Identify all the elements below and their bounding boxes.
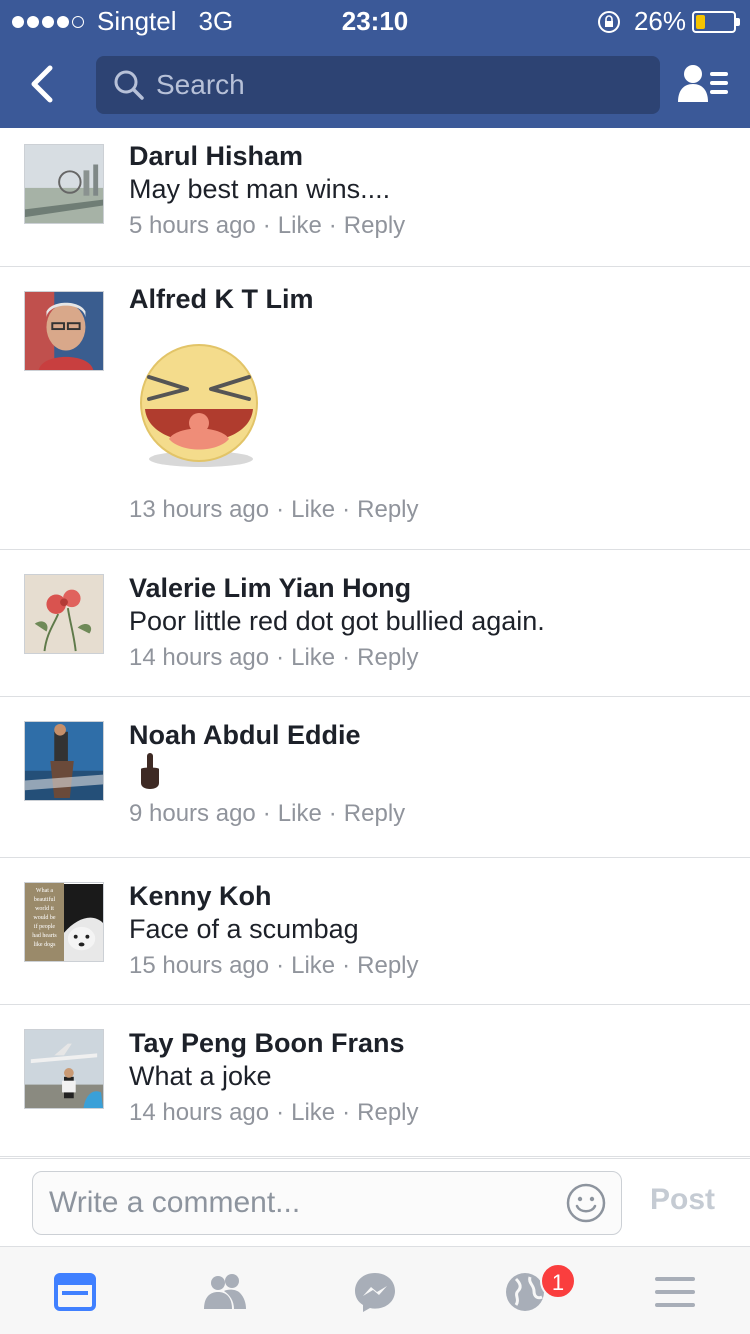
comment-author[interactable]: Kenny Koh bbox=[129, 880, 730, 912]
comment-text: May best man wins.... bbox=[129, 174, 391, 204]
avatar[interactable] bbox=[24, 291, 104, 371]
avatar[interactable] bbox=[24, 144, 104, 224]
emoji-smile-icon[interactable] bbox=[565, 1182, 607, 1224]
comment-time: 14 hours ago bbox=[129, 1099, 270, 1126]
comment-text: What a joke bbox=[129, 1061, 272, 1091]
battery-fill bbox=[696, 14, 705, 29]
friends-icon[interactable] bbox=[200, 1267, 250, 1317]
friend-requests-icon[interactable] bbox=[676, 62, 730, 106]
comment-author[interactable]: Alfred K T Lim bbox=[129, 283, 730, 315]
comment-time: 5 hours ago bbox=[129, 212, 256, 239]
reply-button[interactable]: Reply bbox=[357, 1099, 418, 1126]
comment-body: Noah Abdul Eddie 9 hours ago · Like · Reply bbox=[129, 719, 730, 830]
comment-author[interactable]: Darul Hisham bbox=[129, 140, 730, 172]
comment-author[interactable]: Tay Peng Boon Frans bbox=[129, 1027, 730, 1059]
notifications-badge: 1 bbox=[540, 1263, 576, 1299]
comment-text: Face of a scumbag bbox=[129, 914, 359, 944]
battery-icon bbox=[692, 10, 740, 33]
comment-meta: 14 hours ago · Like · Reply bbox=[129, 644, 419, 671]
comment-item: Alfred K T Lim 13 hours ago · Like · Reply bbox=[0, 267, 750, 550]
comment-item: Darul Hisham May best man wins.... 5 hou… bbox=[0, 128, 750, 267]
avatar[interactable] bbox=[24, 1029, 104, 1109]
comment-input-placeholder: Write a comment... bbox=[49, 1186, 301, 1219]
like-button[interactable]: Like bbox=[278, 212, 322, 239]
comment-meta: 5 hours ago · Like · Reply bbox=[129, 212, 406, 239]
back-icon[interactable] bbox=[22, 60, 66, 108]
comments-list: Darul Hisham May best man wins.... 5 hou… bbox=[0, 128, 750, 1157]
comment-body: Kenny Koh Face of a scumbag 15 hours ago… bbox=[129, 880, 730, 982]
comment-item: Noah Abdul Eddie 9 hours ago · Like · Reply bbox=[0, 697, 750, 858]
laughing-sticker-icon bbox=[140, 344, 258, 467]
nav-bar: Search bbox=[0, 40, 750, 128]
comment-item: Tay Peng Boon Frans What a joke 14 hours… bbox=[0, 1005, 750, 1157]
comment-time: 13 hours ago bbox=[129, 496, 270, 523]
messenger-icon[interactable] bbox=[350, 1267, 400, 1317]
rotation-lock-icon bbox=[597, 10, 620, 33]
comment-author[interactable]: Valerie Lim Yian Hong bbox=[129, 572, 730, 604]
comment-body: Tay Peng Boon Frans What a joke 14 hours… bbox=[129, 1027, 730, 1129]
comment-item: Valerie Lim Yian Hong Poor little red do… bbox=[0, 550, 750, 697]
comment-meta: 9 hours ago · Like · Reply bbox=[129, 800, 406, 827]
comment-meta: 14 hours ago · Like · Reply bbox=[129, 1099, 419, 1126]
battery-percent: 26% bbox=[633, 6, 686, 36]
middle-finger-emoji-icon bbox=[141, 753, 159, 789]
comment-time: 9 hours ago bbox=[129, 800, 256, 827]
like-button[interactable]: Like bbox=[278, 800, 322, 827]
comment-body: Darul Hisham May best man wins.... 5 hou… bbox=[129, 140, 730, 242]
comment-meta: 15 hours ago · Like · Reply bbox=[129, 952, 419, 979]
avatar[interactable] bbox=[24, 721, 104, 801]
search-icon bbox=[114, 70, 144, 100]
status-bar: Singtel 3G 23:10 26% bbox=[0, 0, 750, 40]
news-feed-icon[interactable] bbox=[50, 1267, 100, 1317]
reply-button[interactable]: Reply bbox=[344, 212, 405, 239]
like-button[interactable]: Like bbox=[291, 952, 335, 979]
tab-bar: 1 bbox=[0, 1246, 750, 1334]
header: Singtel 3G 23:10 26% Search bbox=[0, 0, 750, 128]
avatar[interactable]: What a beautiful world it would be if people… bbox=[24, 882, 104, 962]
comment-body: Valerie Lim Yian Hong Poor little red do… bbox=[129, 572, 730, 674]
status-right: 26% bbox=[596, 6, 740, 37]
dog-photo bbox=[64, 884, 103, 961]
reply-button[interactable]: Reply bbox=[357, 496, 418, 523]
avatar-quote-panel: What a beautiful world it would be if people… bbox=[25, 883, 64, 961]
reply-button[interactable]: Reply bbox=[357, 952, 418, 979]
comment-body: Alfred K T Lim 13 hours ago · Like · Reply bbox=[129, 283, 730, 526]
reply-button[interactable]: Reply bbox=[344, 800, 405, 827]
like-button[interactable]: Like bbox=[291, 1099, 335, 1126]
reply-button[interactable]: Reply bbox=[357, 644, 418, 671]
avatar[interactable] bbox=[24, 574, 104, 654]
search-input[interactable]: Search bbox=[96, 56, 660, 114]
like-button[interactable]: Like bbox=[291, 496, 335, 523]
comment-input[interactable]: Write a comment... bbox=[32, 1171, 622, 1235]
menu-icon[interactable] bbox=[650, 1267, 700, 1317]
comment-meta: 13 hours ago · Like · Reply bbox=[129, 496, 419, 523]
comment-text: Poor little red dot got bullied again. bbox=[129, 606, 545, 636]
like-button[interactable]: Like bbox=[291, 644, 335, 671]
comment-time: 14 hours ago bbox=[129, 644, 270, 671]
comment-item: What a beautiful world it would be if people… bbox=[0, 858, 750, 1005]
comment-author[interactable]: Noah Abdul Eddie bbox=[129, 719, 730, 751]
comment-time: 15 hours ago bbox=[129, 952, 270, 979]
search-placeholder: Search bbox=[156, 69, 245, 100]
comment-composer: Write a comment... Post bbox=[0, 1158, 750, 1246]
post-button[interactable]: Post bbox=[650, 1183, 715, 1217]
